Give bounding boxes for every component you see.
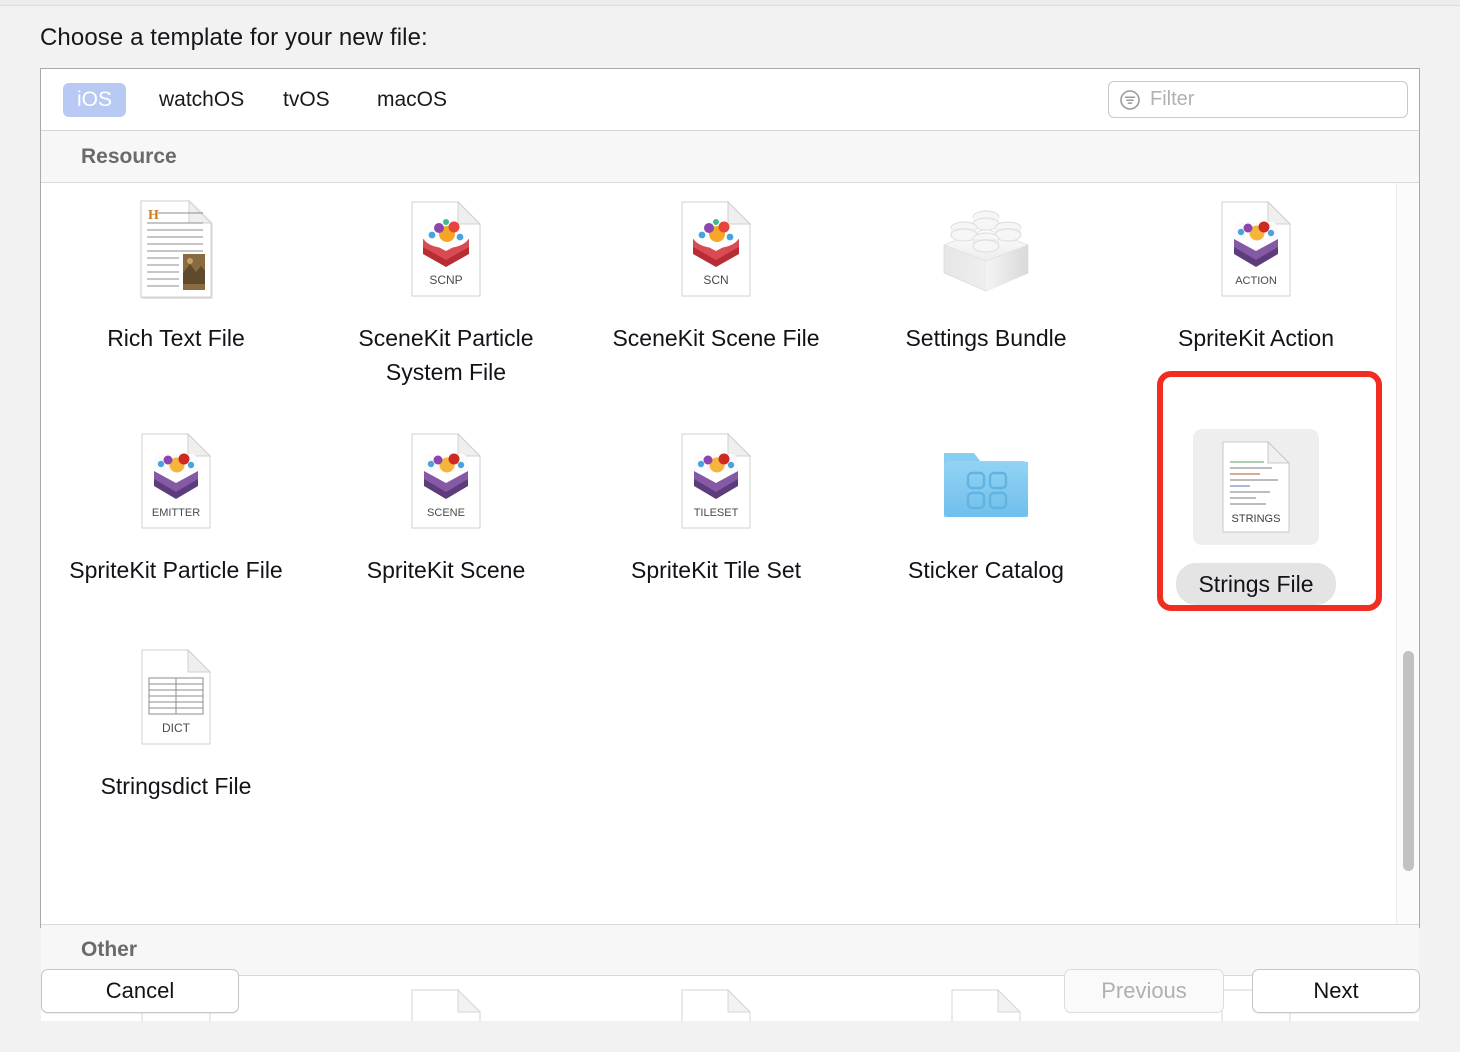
scenekit-particle-icon: SCNP bbox=[391, 197, 501, 301]
settings-bundle-icon bbox=[931, 197, 1041, 301]
template-item-label: SpriteKit Tile Set bbox=[630, 557, 802, 583]
badge-text: STRINGS bbox=[1232, 513, 1281, 525]
spritekit-emitter-icon: EMITTER bbox=[121, 429, 231, 533]
section-header-other-label: Other bbox=[81, 938, 138, 961]
template-grid: H Rich Text File SCNP SceneKit Particle … bbox=[41, 183, 1419, 803]
badge-text: DICT bbox=[162, 721, 191, 735]
stringsdict-file-icon: DICT bbox=[121, 645, 231, 749]
tab-ios[interactable]: iOS bbox=[63, 83, 127, 117]
spritekit-action-icon: ACTION bbox=[1201, 197, 1311, 301]
tab-watchos[interactable]: watchOS bbox=[145, 83, 258, 117]
template-item-settings-bundle[interactable]: Settings Bundle bbox=[851, 183, 1121, 389]
badge-text: SCN bbox=[703, 273, 728, 287]
template-item-stringsdict-file[interactable]: DICT Stringsdict File bbox=[41, 631, 311, 803]
tab-tvos-label: tvOS bbox=[283, 88, 330, 111]
template-chooser-dialog: Choose a template for your new file: iOS… bbox=[0, 0, 1460, 1052]
scrollbar-track[interactable] bbox=[1396, 183, 1418, 924]
template-item-spritekit-action[interactable]: ACTION SpriteKit Action bbox=[1121, 183, 1391, 389]
scrollbar-thumb[interactable] bbox=[1403, 651, 1414, 871]
spritekit-tileset-icon: TILESET bbox=[661, 429, 771, 533]
template-item-label: SceneKit Scene File bbox=[612, 325, 820, 351]
template-cell-empty bbox=[1121, 631, 1391, 803]
badge-text: EMITTER bbox=[152, 507, 200, 519]
template-item-rich-text-file[interactable]: H Rich Text File bbox=[41, 183, 311, 389]
template-item-label: Settings Bundle bbox=[905, 325, 1067, 351]
template-item-label: Sticker Catalog bbox=[908, 557, 1064, 583]
tab-macos-label: macOS bbox=[377, 88, 448, 111]
tab-ios-label: iOS bbox=[77, 88, 113, 111]
previous-button[interactable]: Previous bbox=[1064, 969, 1224, 1013]
template-item-spritekit-tile-set[interactable]: TILESET SpriteKit Tile Set bbox=[581, 415, 851, 605]
badge-text: ACTION bbox=[1235, 275, 1277, 287]
strings-file-icon: STRINGS bbox=[1193, 429, 1319, 545]
filter-field[interactable]: Filter bbox=[1108, 81, 1408, 118]
template-grid-viewport[interactable]: H Rich Text File SCNP SceneKit Particle … bbox=[41, 183, 1419, 924]
window-top-strip bbox=[0, 0, 1460, 6]
template-row: EMITTER SpriteKit Particle File SCENE Sp… bbox=[41, 415, 1393, 605]
spritekit-scene-icon: SCENE bbox=[391, 429, 501, 533]
template-cell-empty bbox=[311, 631, 581, 803]
template-item-spritekit-particle-file[interactable]: EMITTER SpriteKit Particle File bbox=[41, 415, 311, 605]
template-item-spritekit-scene[interactable]: SCENE SpriteKit Scene bbox=[311, 415, 581, 605]
svg-text:H: H bbox=[148, 208, 159, 223]
platform-tab-bar: iOS watchOS tvOS macOS Filter bbox=[41, 69, 1419, 131]
template-item-sticker-catalog[interactable]: Sticker Catalog bbox=[851, 415, 1121, 605]
rich-text-file-icon: H bbox=[121, 197, 231, 301]
badge-text: SCNP bbox=[429, 273, 462, 287]
template-item-label: Strings File bbox=[1176, 563, 1336, 605]
previous-button-label: Previous bbox=[1101, 978, 1187, 1003]
filter-icon bbox=[1119, 89, 1141, 111]
tab-tvos[interactable]: tvOS bbox=[269, 83, 344, 117]
cancel-button-label: Cancel bbox=[105, 978, 175, 1003]
template-item-label: SceneKit Particle System File bbox=[358, 325, 534, 385]
tab-macos[interactable]: macOS bbox=[363, 83, 461, 117]
partial-template-icon bbox=[581, 988, 851, 1021]
partial-template-icon bbox=[311, 988, 581, 1021]
badge-text: SCENE bbox=[427, 507, 465, 519]
template-item-label: SpriteKit Scene bbox=[366, 557, 526, 583]
template-row: H Rich Text File SCNP SceneKit Particle … bbox=[41, 183, 1393, 389]
template-item-strings-file[interactable]: STRINGS Strings File bbox=[1121, 415, 1391, 605]
template-item-label: SpriteKit Particle File bbox=[69, 557, 283, 583]
template-item-scenekit-particle-system-file[interactable]: SCNP SceneKit Particle System File bbox=[311, 183, 581, 389]
badge-text: TILESET bbox=[694, 507, 739, 519]
template-row: DICT Stringsdict File bbox=[41, 631, 1393, 803]
template-item-label: Stringsdict File bbox=[100, 773, 252, 799]
template-item-scenekit-scene-file[interactable]: SCN SceneKit Scene File bbox=[581, 183, 851, 389]
tab-watchos-label: watchOS bbox=[159, 88, 245, 111]
section-header-resource: Resource bbox=[41, 131, 1419, 183]
cancel-button[interactable]: Cancel bbox=[41, 969, 239, 1013]
section-header-resource-label: Resource bbox=[81, 144, 177, 168]
template-cell-empty bbox=[851, 631, 1121, 803]
scenekit-scene-icon: SCN bbox=[661, 197, 771, 301]
template-item-label: Rich Text File bbox=[107, 325, 245, 351]
template-cell-empty bbox=[581, 631, 851, 803]
next-button-label: Next bbox=[1313, 978, 1359, 1003]
next-button[interactable]: Next bbox=[1252, 969, 1420, 1013]
page-title: Choose a template for your new file: bbox=[40, 24, 428, 51]
template-item-label: SpriteKit Action bbox=[1178, 325, 1334, 351]
template-panel: iOS watchOS tvOS macOS Filter Resource H… bbox=[40, 68, 1420, 1021]
sticker-catalog-icon bbox=[931, 429, 1041, 533]
filter-placeholder: Filter bbox=[1150, 88, 1195, 110]
